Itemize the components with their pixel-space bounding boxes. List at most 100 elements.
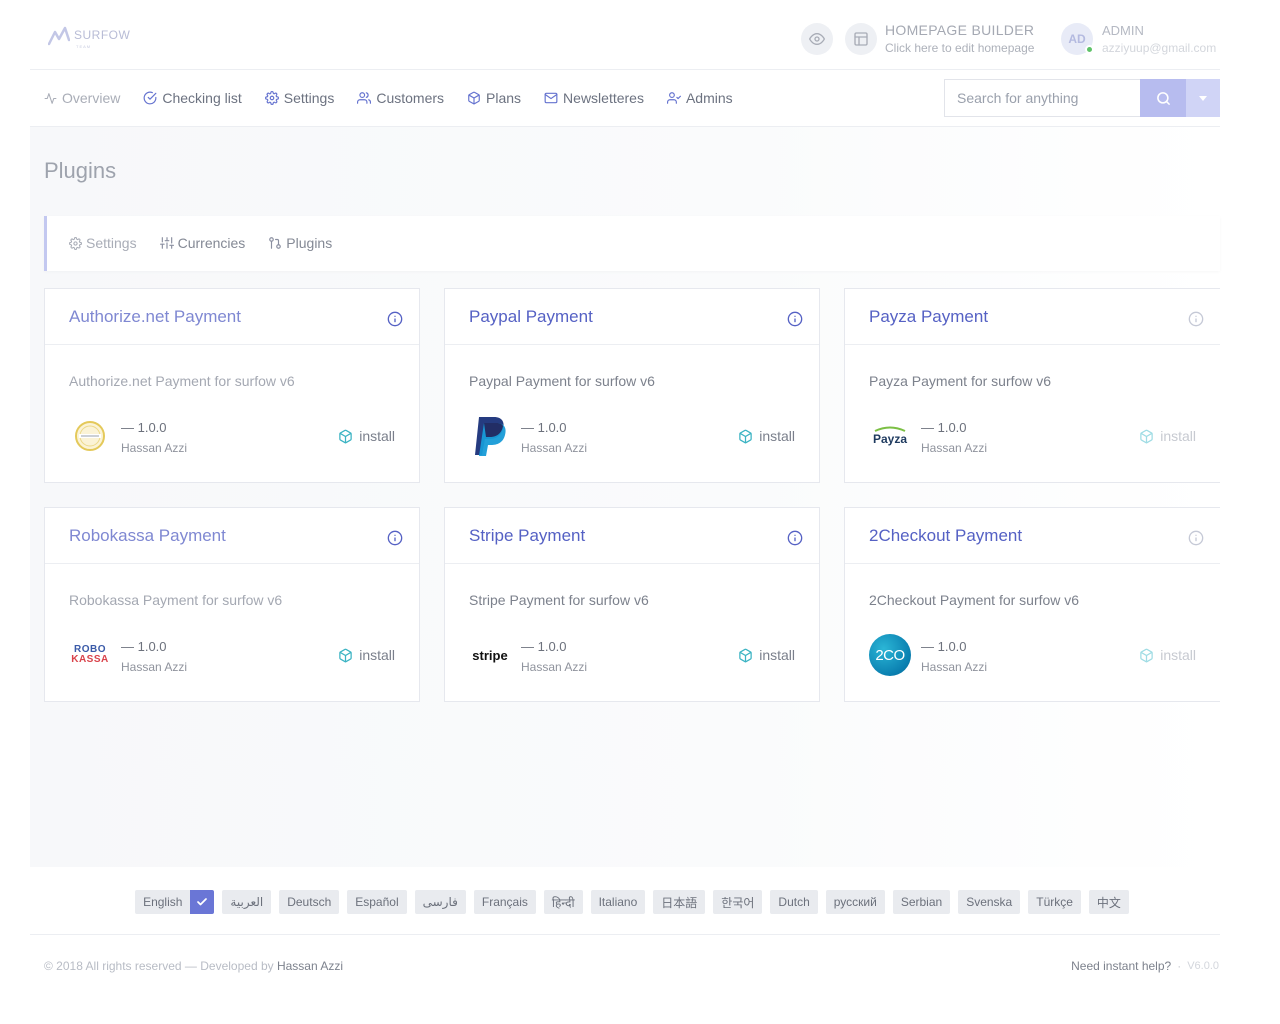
plugin-title[interactable]: Payza Payment: [869, 307, 988, 327]
payza-logo: Payza: [869, 415, 911, 457]
install-button[interactable]: install: [738, 647, 795, 663]
plugin-version: — 1.0.0: [921, 420, 967, 435]
page-title: Plugins: [44, 158, 117, 183]
nav-label: Plans: [486, 90, 522, 106]
logo-subtext: TEAM: [76, 44, 92, 49]
language-option-english[interactable]: English: [135, 890, 191, 914]
plugin-author: Hassan Azzi: [121, 660, 188, 674]
plugin-author: Hassan Azzi: [521, 441, 588, 455]
plugin-author: Hassan Azzi: [921, 441, 988, 455]
info-icon[interactable]: [387, 311, 403, 327]
install-button[interactable]: install: [1139, 428, 1196, 444]
plugin-card-stripe: Stripe Payment Stripe Payment for surfow…: [444, 507, 820, 702]
subtab-label: Currencies: [177, 235, 246, 251]
selected-language-check[interactable]: [190, 890, 215, 914]
language-option-swedish[interactable]: Svenska: [958, 890, 1021, 914]
subtab-plugins[interactable]: Plugins: [268, 235, 332, 251]
package-icon: [1140, 429, 1153, 443]
footer-divider: [30, 934, 1220, 935]
plugin-author: Hassan Azzi: [121, 441, 188, 455]
plugin-title[interactable]: 2Checkout Payment: [869, 526, 1022, 546]
install-button[interactable]: install: [338, 428, 395, 444]
plugin-description: Payza Payment for surfow v6: [869, 373, 1052, 389]
caret-down-icon: [1199, 95, 1207, 101]
nav-item-settings[interactable]: Settings: [264, 90, 334, 106]
plugin-description: Stripe Payment for surfow v6: [469, 592, 649, 608]
nav-item-checking-list[interactable]: Checking list: [143, 90, 242, 106]
package-icon: [739, 648, 752, 662]
2checkout-logo: 2CO: [869, 634, 911, 676]
search-button[interactable]: [1140, 79, 1186, 117]
install-button[interactable]: install: [738, 428, 795, 444]
plugin-version: — 1.0.0: [121, 420, 167, 435]
install-label: install: [1160, 647, 1196, 663]
homepage-builder-link[interactable]: HOMEPAGE BUILDER Click here to edit home…: [885, 22, 1034, 55]
search-input[interactable]: [944, 79, 1140, 117]
logo[interactable]: SURFOW TEAM: [48, 26, 130, 49]
plugin-title[interactable]: Stripe Payment: [469, 526, 585, 546]
language-option-serbian[interactable]: Serbian: [892, 890, 951, 914]
developer-link[interactable]: Hassan Azzi: [277, 959, 343, 973]
language-option-persian[interactable]: فارسی: [414, 890, 466, 914]
install-button[interactable]: install: [338, 647, 395, 663]
language-option-dutch[interactable]: Dutch: [770, 890, 818, 914]
language-option-italian[interactable]: Italiano: [590, 890, 646, 914]
plugin-description: 2Checkout Payment for surfow v6: [869, 592, 1080, 608]
git-pull-request-icon: [269, 237, 282, 249]
plugin-card-authorize-net: Authorize.net Payment Authorize.net Paym…: [44, 288, 420, 483]
info-icon[interactable]: [787, 530, 803, 546]
plugin-title[interactable]: Paypal Payment: [469, 307, 593, 327]
info-icon[interactable]: [1188, 311, 1204, 327]
nav-item-plans[interactable]: Plans: [467, 90, 521, 106]
plugin-description: Authorize.net Payment for surfow v6: [69, 373, 295, 389]
plugin-title[interactable]: Authorize.net Payment: [69, 307, 241, 327]
nav-item-newsletteres[interactable]: Newsletteres: [544, 90, 644, 106]
language-option-japanese[interactable]: 日本語: [653, 890, 706, 914]
nav-label: Admins: [685, 90, 733, 106]
language-option-korean[interactable]: 한국어: [713, 890, 763, 914]
footer-copyright: © 2018 All rights reserved — Developed b…: [44, 959, 343, 973]
plugin-card-paypal: Paypal Payment Paypal Payment for surfow…: [444, 288, 820, 483]
plugin-version: — 1.0.0: [521, 639, 567, 654]
box-icon: [468, 91, 480, 105]
plugin-card-payza: Payza Payment Payza Payment for surfow v…: [844, 288, 1220, 483]
nav-item-overview[interactable]: Overview: [44, 90, 120, 106]
language-option-spanish[interactable]: Español: [347, 890, 407, 914]
language-option-arabic[interactable]: العربية: [222, 890, 272, 914]
install-label: install: [359, 428, 395, 444]
search-bar: [944, 79, 1220, 117]
help-link[interactable]: Need instant help?: [1071, 959, 1171, 973]
plugin-author: Hassan Azzi: [921, 660, 988, 674]
info-icon[interactable]: [387, 530, 403, 546]
admin-info[interactable]: ADMIN azziyuup@gmail.com: [1102, 23, 1216, 55]
info-icon[interactable]: [787, 311, 803, 327]
subtab-currencies[interactable]: Currencies: [159, 235, 246, 251]
subtab-settings[interactable]: Settings: [69, 235, 137, 251]
language-option-german[interactable]: Deutsch: [279, 890, 340, 914]
main-nav: Overview Checking list Settings Customer…: [30, 71, 1220, 127]
plugin-card-robokassa: Robokassa Payment Robokassa Payment for …: [44, 507, 420, 702]
install-label: install: [359, 647, 395, 663]
nav-item-customers[interactable]: Customers: [357, 90, 444, 106]
language-option-russian[interactable]: русский: [825, 890, 885, 914]
language-option-turkish[interactable]: Türkçe: [1028, 890, 1081, 914]
language-option-hindi[interactable]: हिन्दी: [543, 890, 583, 914]
language-option-chinese[interactable]: 中文: [1088, 890, 1129, 914]
search-dropdown-button[interactable]: [1186, 79, 1220, 117]
preview-button[interactable]: [801, 23, 833, 55]
homepage-builder-button[interactable]: [845, 23, 877, 55]
nav-item-admins[interactable]: Admins: [666, 90, 733, 106]
language-option-french[interactable]: Français: [473, 890, 536, 914]
logo-icon: [48, 26, 70, 46]
subtab-label: Plugins: [286, 235, 333, 251]
plugin-title[interactable]: Robokassa Payment: [69, 526, 226, 546]
check-icon: [197, 898, 208, 906]
info-icon[interactable]: [1188, 530, 1204, 546]
install-button[interactable]: install: [1139, 647, 1196, 663]
page: SURFOW TEAM HOMEPAGE BUILDER Click here …: [0, 0, 1280, 1024]
search-icon: [1156, 91, 1170, 105]
install-label: install: [1160, 428, 1196, 444]
robokassa-logo: ROBO KASSA: [71, 644, 109, 665]
mail-icon: [544, 92, 558, 104]
nav-label: Checking list: [162, 90, 242, 106]
